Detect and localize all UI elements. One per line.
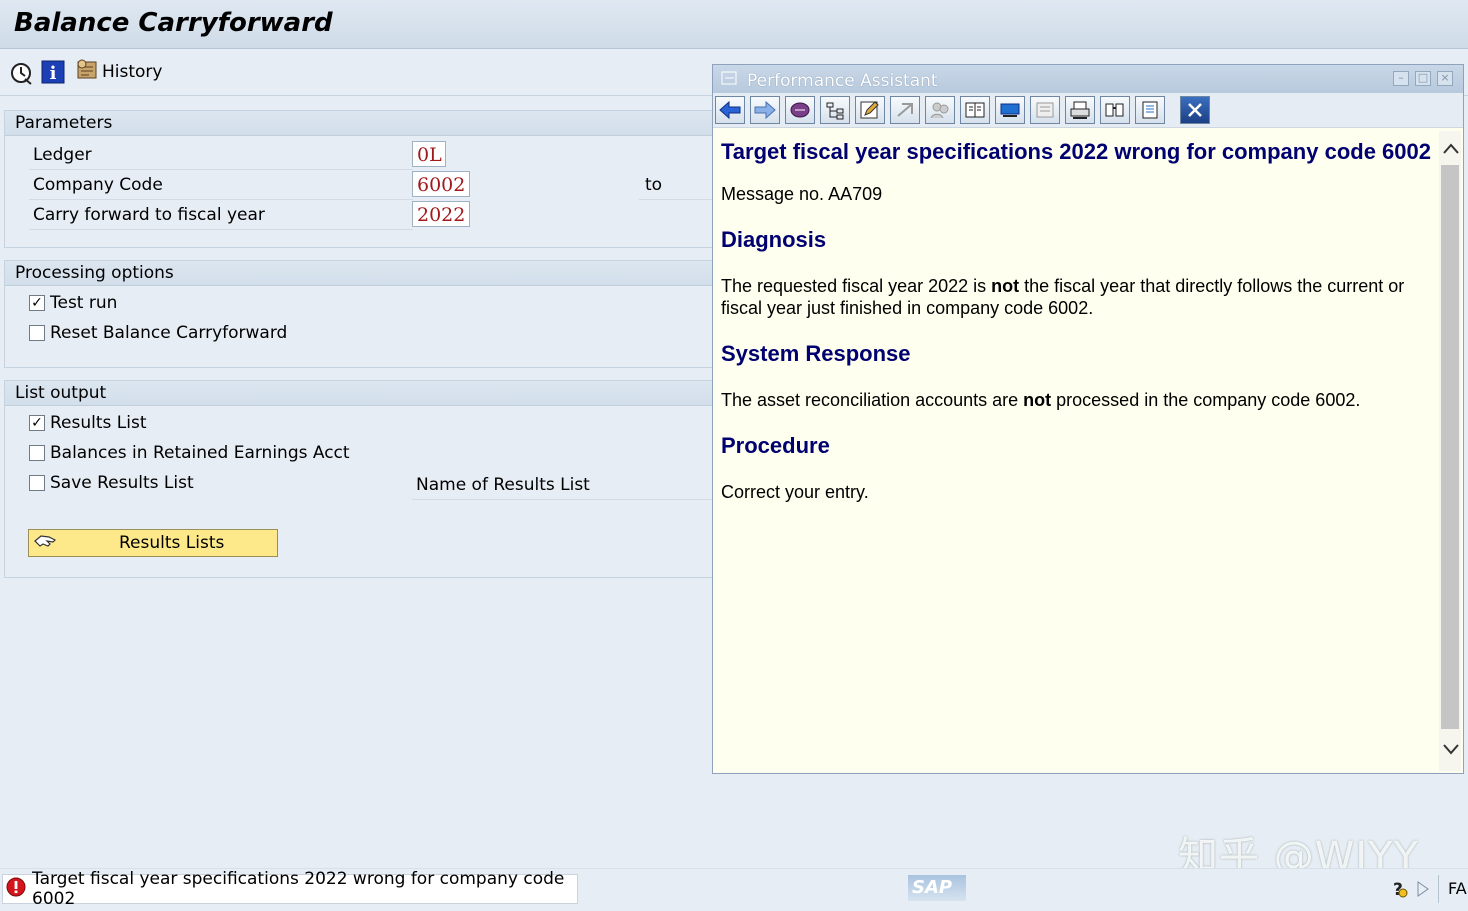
status-expand-icon[interactable]: [1416, 880, 1430, 903]
back-arrow-icon[interactable]: [715, 96, 745, 124]
balances-retained-earnings-label: Balances in Retained Earnings Acct: [50, 443, 350, 463]
fiscal-year-field[interactable]: 2022: [412, 201, 470, 227]
window-menu-icon[interactable]: [721, 70, 739, 91]
message-heading: Target fiscal year specifications 2022 w…: [721, 139, 1431, 164]
test-run-checkbox[interactable]: ✓: [29, 295, 45, 311]
results-lists-button[interactable]: Results Lists: [28, 529, 278, 557]
minimize-icon[interactable]: –: [1393, 71, 1409, 86]
system-response-heading: System Response: [721, 341, 911, 366]
history-icon: [74, 58, 100, 87]
edit-pencil-icon[interactable]: [855, 96, 885, 124]
close-assistant-icon[interactable]: [1180, 96, 1210, 124]
scroll-down-icon[interactable]: [1442, 741, 1460, 761]
close-icon[interactable]: ×: [1437, 71, 1453, 86]
reset-carryforward-label: Reset Balance Carryforward: [50, 323, 288, 343]
settings-icon[interactable]: [1030, 96, 1060, 124]
system-response-text: The asset reconciliation accounts are no…: [721, 390, 1361, 410]
status-message-text: Target fiscal year specifications 2022 w…: [32, 869, 565, 909]
users-icon[interactable]: [925, 96, 955, 124]
parameters-title: Parameters: [5, 111, 717, 136]
error-icon: [6, 877, 26, 902]
history-button[interactable]: History: [74, 59, 162, 85]
book-icon[interactable]: [960, 96, 990, 124]
print-icon[interactable]: [1065, 96, 1095, 124]
results-list-checkbox[interactable]: ✓: [29, 415, 45, 431]
info-icon[interactable]: i: [41, 60, 67, 86]
sap-logo: SAP: [908, 875, 966, 901]
document-icon[interactable]: [1135, 96, 1165, 124]
performance-assistant-window: Performance Assistant – □ × Target fisca…: [712, 64, 1464, 774]
maximize-icon[interactable]: □: [1415, 71, 1431, 86]
status-bar: Target fiscal year specifications 2022 w…: [0, 868, 1468, 911]
list-output-title: List output: [5, 381, 717, 406]
performance-assistant-content: Target fiscal year specifications 2022 w…: [713, 129, 1439, 773]
performance-assistant-titlebar: Performance Assistant – □ ×: [713, 65, 1463, 93]
company-code-field[interactable]: 6002: [412, 171, 470, 197]
checkmark-icon: ✓: [31, 415, 43, 431]
execute-icon[interactable]: [8, 60, 34, 86]
processing-options-group: Processing options ✓ Test run Reset Bala…: [4, 260, 717, 368]
system-info-text[interactable]: FA: [1438, 875, 1468, 903]
svg-text:i: i: [50, 63, 57, 84]
save-results-list-checkbox[interactable]: [29, 475, 45, 491]
hierarchy-icon[interactable]: [820, 96, 850, 124]
technical-info-icon[interactable]: [785, 96, 815, 124]
company-code-label: Company Code: [29, 171, 413, 200]
company-code-to-label: to: [639, 171, 719, 200]
title-bar: Balance Carryforward: [0, 0, 1468, 49]
test-run-label: Test run: [50, 293, 118, 313]
balances-retained-earnings-checkbox[interactable]: [29, 445, 45, 461]
forward-arrow-icon[interactable]: [750, 96, 780, 124]
list-output-group: List output ✓ Results List Balances in R…: [4, 380, 717, 578]
message-number: Message no. AA709: [721, 184, 883, 204]
parameters-group: Parameters Ledger 0L Company Code 6002 t…: [4, 110, 719, 248]
procedure-heading: Procedure: [721, 433, 830, 458]
find-icon[interactable]: [1100, 96, 1130, 124]
reset-carryforward-checkbox[interactable]: [29, 325, 45, 341]
page-title: Balance Carryforward: [14, 8, 333, 38]
fiscal-year-label: Carry forward to fiscal year: [29, 201, 413, 230]
status-message[interactable]: Target fiscal year specifications 2022 w…: [2, 869, 578, 909]
checkmark-icon: ✓: [31, 295, 43, 311]
performance-assistant-toolbar: [713, 93, 1463, 128]
save-results-list-label: Save Results List: [50, 473, 194, 493]
ledger-field[interactable]: 0L: [412, 141, 446, 167]
history-label: History: [102, 62, 163, 82]
hand-icon: [33, 531, 59, 556]
link-icon[interactable]: [890, 96, 920, 124]
diagnosis-heading: Diagnosis: [721, 227, 827, 252]
vertical-scrollbar[interactable]: [1439, 131, 1461, 771]
results-lists-label: Results Lists: [119, 533, 225, 553]
procedure-text: Correct your entry.: [721, 482, 869, 502]
ledger-label: Ledger: [29, 141, 413, 170]
scroll-thumb[interactable]: [1441, 165, 1459, 729]
help-icon[interactable]: ?: [1390, 878, 1410, 905]
scroll-up-icon[interactable]: [1442, 141, 1460, 161]
diagnosis-text: The requested fiscal year 2022 is not th…: [721, 276, 1405, 318]
performance-assistant-title: Performance Assistant: [747, 71, 938, 91]
results-list-name-label: Name of Results List: [412, 471, 713, 500]
processing-options-title: Processing options: [5, 261, 717, 286]
results-list-label: Results List: [50, 413, 147, 433]
display-icon[interactable]: [995, 96, 1025, 124]
